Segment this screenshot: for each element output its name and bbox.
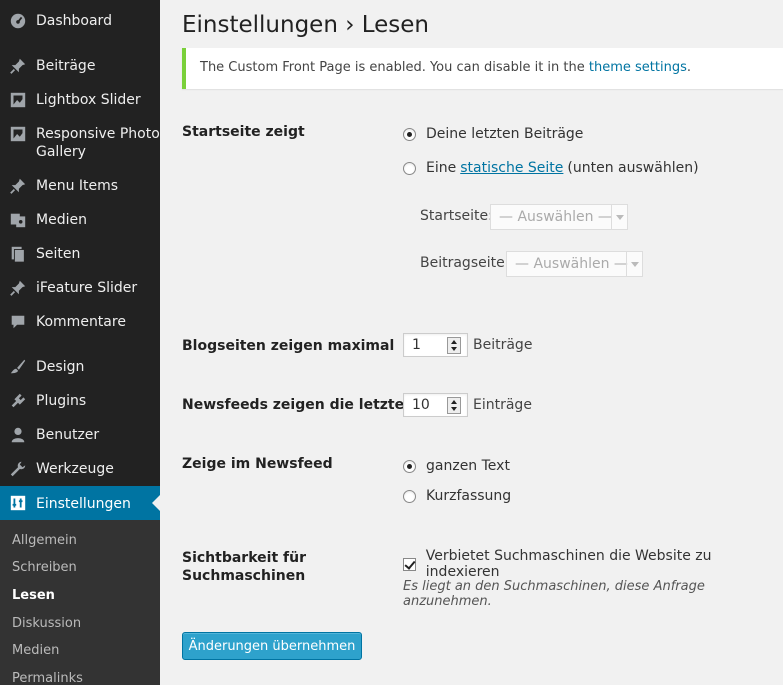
notice-text-end: . — [686, 60, 692, 75]
menu-media[interactable]: Medien — [0, 210, 160, 230]
theme-settings-link[interactable]: theme settings — [589, 60, 687, 75]
menu-settings[interactable]: Einstellungen — [0, 486, 160, 520]
posts-per-page-input[interactable]: 1 — [403, 333, 468, 357]
latest-posts-radio[interactable] — [403, 127, 416, 141]
front-page-notice: The Custom Front Page is enabled. You ca… — [182, 48, 783, 89]
wrench-icon — [8, 459, 28, 479]
menu-tools[interactable]: Werkzeuge — [0, 459, 160, 479]
menu-lightbox-slider[interactable]: Lightbox Slider — [0, 90, 160, 110]
gallery-icon — [8, 90, 28, 110]
search-visibility-label-line2: Suchmaschinen — [182, 568, 306, 584]
posts-per-page-stepper[interactable] — [447, 337, 461, 354]
gallery-icon — [8, 124, 28, 144]
menu-media-label: Medien — [36, 212, 87, 228]
front-page-label: Startseite zeigt — [182, 124, 305, 140]
submenu-permalinks[interactable]: Permalinks — [12, 671, 83, 685]
feeds-count-stepper[interactable] — [447, 397, 461, 414]
full-text-label: ganzen Text — [426, 458, 510, 474]
blog-pages-label: Blogseiten zeigen maximal — [182, 338, 395, 354]
summary-label: Kurzfassung — [426, 488, 512, 504]
pages-icon — [8, 244, 28, 264]
beitragseite-select[interactable]: — Auswählen — — [506, 251, 643, 277]
front-page-option-latest[interactable]: Deine letzten Beiträge — [403, 126, 583, 142]
menu-plugins-label: Plugins — [36, 393, 87, 409]
menu-responsive-gallery[interactable]: Responsive Photo Gallery — [0, 124, 160, 161]
settings-submenu: Allgemein Schreiben Lesen Diskussion Med… — [0, 520, 160, 685]
dashboard-icon — [8, 11, 28, 31]
menu-users[interactable]: Benutzer — [0, 425, 160, 445]
menu-dashboard-label: Dashboard — [36, 13, 112, 29]
feeds-count-value: 10 — [412, 397, 430, 413]
brush-icon — [8, 357, 28, 377]
menu-design-label: Design — [36, 359, 85, 375]
chevron-down-icon — [626, 252, 642, 276]
menu-ifeature-slider[interactable]: iFeature Slider — [0, 278, 160, 298]
user-icon — [8, 425, 28, 445]
menu-pages-label: Seiten — [36, 246, 81, 262]
blog-pages-unit: Beiträge — [473, 337, 533, 353]
menu-tools-label: Werkzeuge — [36, 461, 114, 477]
settings-icon — [8, 493, 28, 513]
feeds-label: Newsfeeds zeigen die letzten — [182, 397, 415, 413]
pin-icon — [8, 278, 28, 298]
search-visibility-label-line1: Sichtbarkeit für — [182, 550, 306, 566]
discourage-search-checkbox[interactable] — [403, 557, 416, 571]
menu-lightbox-slider-label: Lightbox Slider — [36, 92, 141, 108]
search-visibility-description: Es liegt an den Suchmaschinen, diese Anf… — [403, 579, 705, 609]
static-page-radio[interactable] — [403, 161, 416, 175]
menu-design[interactable]: Design — [0, 357, 160, 377]
summary-radio[interactable] — [403, 489, 416, 503]
posts-per-page-value: 1 — [412, 337, 421, 353]
pin-icon — [8, 56, 28, 76]
notice-text: The Custom Front Page is enabled. You ca… — [200, 60, 589, 75]
static-page-link[interactable]: statische Seite — [460, 160, 563, 176]
submenu-media[interactable]: Medien — [12, 643, 59, 658]
menu-comments[interactable]: Kommentare — [0, 312, 160, 332]
static-page-label-before: Eine — [426, 160, 457, 176]
menu-ifeature-slider-label: iFeature Slider — [36, 280, 138, 296]
feed-content-label: Zeige im Newsfeed — [182, 456, 333, 472]
startseite-select[interactable]: — Auswählen — — [490, 204, 628, 230]
menu-plugins[interactable]: Plugins — [0, 391, 160, 411]
menu-responsive-gallery-label: Responsive Photo Gallery — [36, 126, 160, 160]
beitragseite-label: Beitragseite: — [420, 255, 510, 271]
latest-posts-label: Deine letzten Beiträge — [426, 126, 584, 142]
menu-dashboard[interactable]: Dashboard — [0, 11, 160, 31]
menu-posts[interactable]: Beiträge — [0, 56, 160, 76]
full-text-radio[interactable] — [403, 459, 416, 473]
search-visibility-option[interactable]: Verbietet Suchmaschinen die Website zu i… — [403, 548, 783, 580]
menu-posts-label: Beiträge — [36, 58, 96, 74]
comment-icon — [8, 312, 28, 332]
chevron-down-icon — [611, 205, 627, 229]
startseite-label: Startseite: — [420, 208, 493, 224]
discourage-search-label: Verbietet Suchmaschinen die Website zu i… — [425, 548, 712, 580]
startseite-select-value: — Auswählen — — [499, 209, 612, 225]
menu-menu-items[interactable]: Menu Items — [0, 176, 160, 196]
menu-menu-items-label: Menu Items — [36, 178, 119, 194]
feeds-count-input[interactable]: 10 — [403, 393, 468, 417]
menu-pages[interactable]: Seiten — [0, 244, 160, 264]
feed-option-summary[interactable]: Kurzfassung — [403, 488, 511, 504]
front-page-option-static[interactable]: Eine statische Seite (unten auswählen) — [403, 160, 699, 176]
page-title: Einstellungen › Lesen — [182, 12, 430, 38]
submenu-reading[interactable]: Lesen — [12, 588, 55, 603]
feeds-unit: Einträge — [473, 397, 532, 413]
search-visibility-label: Sichtbarkeit für Suchmaschinen — [182, 549, 306, 585]
static-page-label-after: (unten auswählen) — [567, 160, 699, 176]
feed-option-full[interactable]: ganzen Text — [403, 458, 510, 474]
menu-settings-label: Einstellungen — [36, 495, 131, 512]
menu-comments-label: Kommentare — [36, 314, 126, 330]
submenu-writing[interactable]: Schreiben — [12, 560, 77, 575]
admin-sidebar: Dashboard Beiträge Lightbox Slider Respo… — [0, 0, 160, 685]
submenu-general[interactable]: Allgemein — [12, 533, 77, 548]
beitragseite-select-value: — Auswählen — — [515, 256, 628, 272]
submenu-discussion[interactable]: Diskussion — [12, 616, 81, 631]
save-changes-button[interactable]: Änderungen übernehmen — [182, 632, 362, 660]
plugin-icon — [8, 391, 28, 411]
pin-icon — [8, 176, 28, 196]
menu-users-label: Benutzer — [36, 427, 100, 443]
media-icon — [8, 210, 28, 230]
